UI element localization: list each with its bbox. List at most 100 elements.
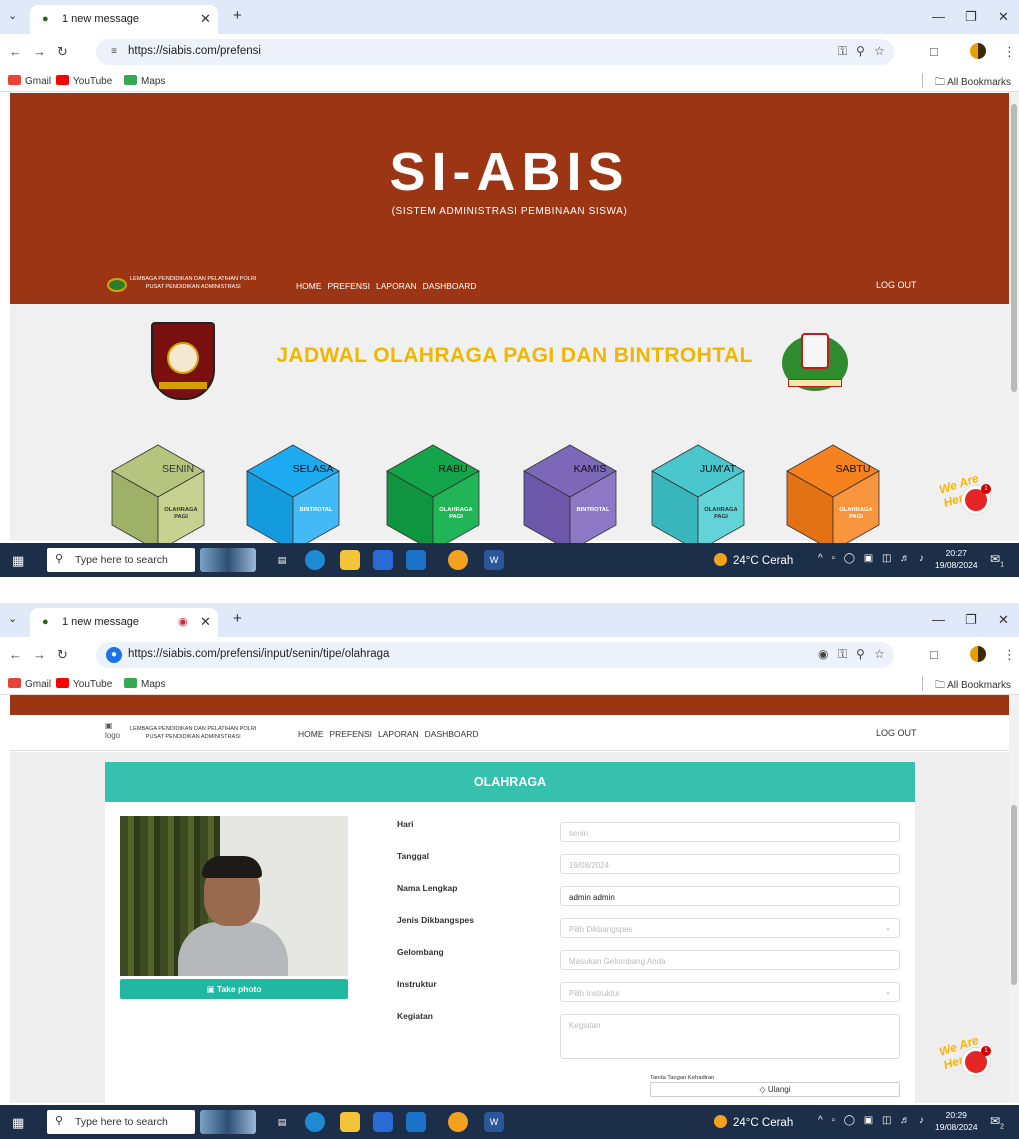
hari-field[interactable]: senin: [560, 822, 900, 842]
nav-home[interactable]: HOME: [296, 281, 322, 291]
address-bar[interactable]: ≡ https://siabis.com/prefensi ⚿ ⚲ ☆: [96, 39, 894, 65]
nav-prefensi[interactable]: PREFENSI: [330, 729, 373, 739]
chat-bubble-icon[interactable]: 1: [962, 484, 991, 514]
nav-dashboard[interactable]: DASHBOARD: [425, 729, 479, 739]
word-icon[interactable]: W: [484, 1112, 504, 1132]
day-cube[interactable]: SELASA BINTROTAL: [245, 443, 341, 553]
gelombang-input[interactable]: Masukan Gelombang Anda: [560, 950, 900, 970]
chat-widget[interactable]: We Are Here! 1: [932, 471, 1010, 522]
nav-prefensi[interactable]: PREFENSI: [328, 281, 371, 291]
tab-search-chevron-icon[interactable]: ⌄: [8, 9, 17, 22]
restore-icon[interactable]: ❐: [965, 9, 977, 25]
restore-icon[interactable]: ❐: [965, 612, 977, 628]
task-view-icon[interactable]: ▤: [272, 550, 292, 570]
notification-center-icon[interactable]: ✉2: [990, 1114, 1004, 1130]
extensions-icon[interactable]: □: [930, 647, 938, 662]
forward-icon[interactable]: →: [33, 647, 46, 662]
day-cube[interactable]: KAMIS BINTROTAL: [522, 443, 618, 553]
word-icon[interactable]: W: [484, 550, 504, 570]
minimize-icon[interactable]: —: [932, 612, 945, 627]
jenis-dikbangspes-select[interactable]: Pilih Dikbangspes ⌄: [560, 918, 900, 938]
back-icon[interactable]: ←: [9, 647, 22, 662]
mail-icon[interactable]: [406, 1112, 426, 1132]
chrome-icon[interactable]: [448, 1112, 468, 1132]
reload-icon[interactable]: ↻: [57, 44, 68, 60]
bookmark-star-icon[interactable]: ☆: [874, 647, 885, 661]
site-settings-icon[interactable]: ≡: [106, 44, 122, 60]
forward-icon[interactable]: →: [33, 44, 46, 59]
store-icon[interactable]: [373, 1112, 393, 1132]
weather-widget[interactable]: 24°C Cerah: [714, 1115, 793, 1129]
take-photo-button[interactable]: ▣ Take photo: [120, 979, 348, 999]
bookmark-star-icon[interactable]: ☆: [874, 44, 885, 58]
store-icon[interactable]: [373, 550, 393, 570]
bookmark-maps[interactable]: Maps: [124, 75, 165, 87]
browser-tab[interactable]: ● 1 new message ◉ ✕: [30, 608, 218, 637]
profile-avatar[interactable]: [970, 43, 986, 59]
instruktur-select[interactable]: Pilih Instruktur ⌄: [560, 982, 900, 1002]
bookmark-maps[interactable]: Maps: [124, 678, 165, 690]
chat-widget[interactable]: We Are Here! 1: [932, 1033, 1010, 1084]
all-bookmarks[interactable]: 🗀 All Bookmarks: [935, 678, 1011, 695]
chrome-icon[interactable]: [448, 550, 468, 570]
taskbar-search[interactable]: ⚲ Type here to search: [47, 548, 195, 572]
profile-avatar[interactable]: [970, 646, 986, 662]
edge-icon[interactable]: [305, 550, 325, 570]
bookmark-gmail[interactable]: Gmail: [8, 678, 51, 690]
nav-dashboard[interactable]: DASHBOARD: [423, 281, 477, 291]
zoom-icon[interactable]: ⚲: [856, 44, 865, 58]
back-icon[interactable]: ←: [9, 44, 22, 59]
taskbar-clock[interactable]: 20:27 19/08/2024: [935, 547, 978, 571]
location-pin-icon[interactable]: ◉: [818, 647, 828, 661]
chat-bubble-icon[interactable]: 1: [962, 1046, 991, 1076]
task-view-icon[interactable]: ▤: [272, 1112, 292, 1132]
tab-close-icon[interactable]: ✕: [200, 11, 211, 27]
bookmark-youtube[interactable]: YouTube: [56, 75, 112, 87]
windows-start-icon[interactable]: ▦: [12, 553, 24, 569]
address-bar[interactable]: ● https://siabis.com/prefensi/input/seni…: [96, 642, 894, 668]
zoom-icon[interactable]: ⚲: [856, 647, 865, 661]
reload-icon[interactable]: ↻: [57, 647, 68, 663]
bookmark-youtube[interactable]: YouTube: [56, 678, 112, 690]
logout-link[interactable]: LOG OUT: [876, 728, 917, 738]
all-bookmarks[interactable]: 🗀 All Bookmarks: [935, 75, 1011, 92]
new-tab-icon[interactable]: +: [233, 610, 242, 627]
day-cube[interactable]: RABU OLAHRAGA PAGI: [385, 443, 481, 553]
kegiatan-textarea[interactable]: Kegiatan: [560, 1014, 900, 1059]
page-scrollbar[interactable]: [1009, 92, 1019, 541]
weather-widget[interactable]: 24°C Cerah: [714, 553, 793, 567]
system-tray-icons[interactable]: ^ ▫ ◯ ▣ ◫ ♬ ♪: [818, 553, 927, 564]
nav-home[interactable]: HOME: [298, 729, 324, 739]
scrollbar-thumb[interactable]: [1011, 104, 1017, 392]
password-key-icon[interactable]: ⚿: [838, 647, 847, 662]
nav-laporan[interactable]: LAPORAN: [378, 729, 419, 739]
tanggal-field[interactable]: 19/08/2024: [560, 854, 900, 874]
bookmark-gmail[interactable]: Gmail: [8, 75, 51, 87]
taskbar-clock[interactable]: 20:29 19/08/2024: [935, 1109, 978, 1133]
day-cube[interactable]: SENIN OLAHRAGA PAGI: [110, 443, 206, 553]
camera-permission-icon[interactable]: ●: [106, 647, 122, 663]
windows-start-icon[interactable]: ▦: [12, 1115, 24, 1131]
logout-link[interactable]: LOG OUT: [876, 280, 917, 290]
nav-laporan[interactable]: LAPORAN: [376, 281, 417, 291]
scrollbar-thumb[interactable]: [1011, 805, 1017, 985]
nama-lengkap-field[interactable]: admin admin: [560, 886, 900, 906]
taskbar-search[interactable]: ⚲ Type here to search: [47, 1110, 195, 1134]
system-tray-icons[interactable]: ^ ▫ ◯ ▣ ◫ ♬ ♪: [818, 1115, 927, 1126]
file-explorer-icon[interactable]: [340, 1112, 360, 1132]
browser-tab[interactable]: ● 1 new message ✕: [30, 5, 218, 34]
file-explorer-icon[interactable]: [340, 550, 360, 570]
notification-center-icon[interactable]: ✉1: [990, 552, 1004, 568]
menu-kebab-icon[interactable]: ⋮: [1003, 647, 1016, 663]
extensions-icon[interactable]: □: [930, 44, 938, 59]
tab-search-chevron-icon[interactable]: ⌄: [8, 612, 17, 625]
mail-icon[interactable]: [406, 550, 426, 570]
day-cube[interactable]: SABTU OLAHRAGA PAGI: [785, 443, 881, 553]
new-tab-icon[interactable]: +: [233, 7, 242, 24]
menu-kebab-icon[interactable]: ⋮: [1003, 44, 1016, 60]
day-cube[interactable]: JUM'AT OLAHRAGA PAGI: [650, 443, 746, 553]
ulangi-button[interactable]: ◇ Ulangi: [650, 1082, 900, 1097]
page-scrollbar[interactable]: [1009, 695, 1019, 1103]
tab-close-icon[interactable]: ✕: [200, 614, 211, 630]
edge-icon[interactable]: [305, 1112, 325, 1132]
